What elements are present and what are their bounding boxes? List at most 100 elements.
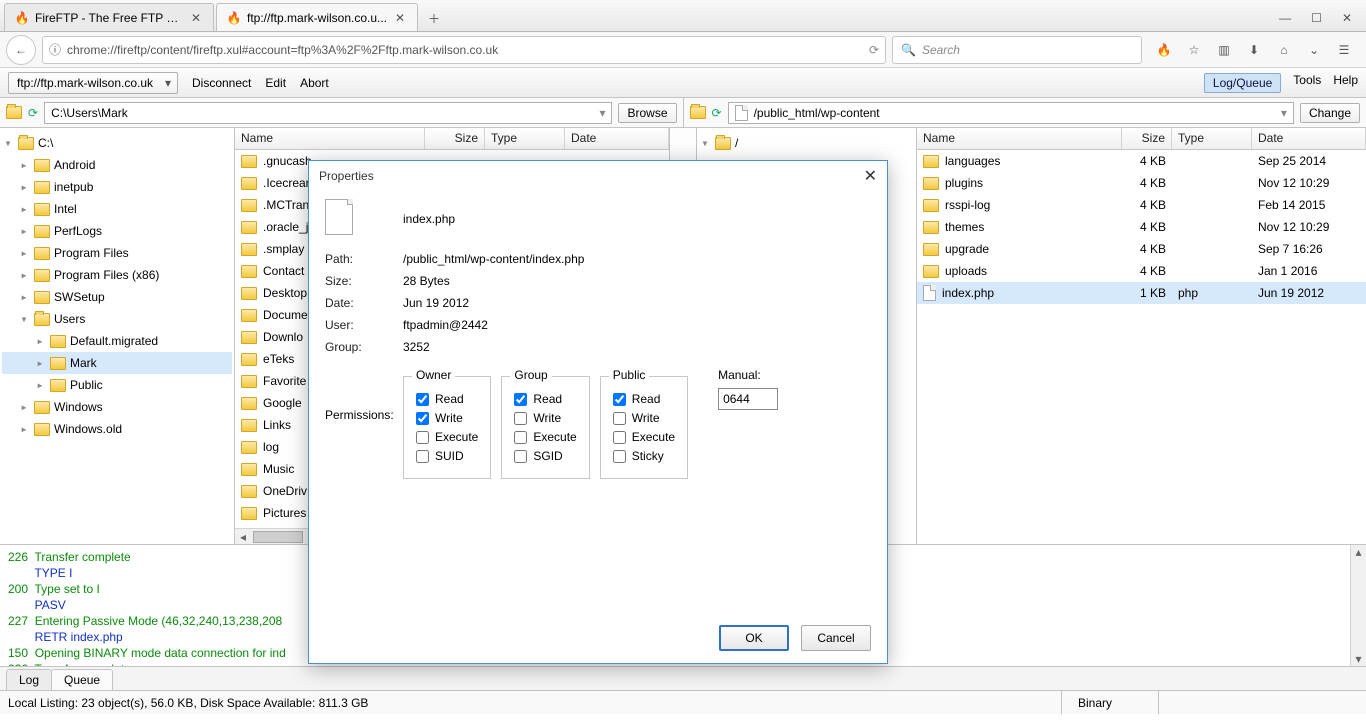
url-bar[interactable]: ⓘ chrome://fireftp/content/fireftp.xul#a…	[42, 36, 886, 64]
twisty-icon[interactable]: ▸	[34, 334, 46, 348]
tree-row[interactable]: ▸Android	[2, 154, 232, 176]
col-type[interactable]: Type	[485, 128, 565, 149]
vertical-scrollbar[interactable]: ▴▾	[1350, 545, 1366, 666]
list-row[interactable]: plugins4 KBNov 12 10:29	[917, 172, 1366, 194]
tree-row[interactable]: ▾Users	[2, 308, 232, 330]
tree-row[interactable]: ▸Program Files (x86)	[2, 264, 232, 286]
owner-suid[interactable]: SUID	[416, 449, 478, 463]
col-name[interactable]: Name	[235, 128, 425, 149]
owner-write[interactable]: Write	[416, 411, 478, 425]
minimize-icon[interactable]: —	[1279, 11, 1291, 25]
tools-link[interactable]: Tools	[1293, 73, 1321, 93]
account-dropdown[interactable]: ftp://ftp.mark-wilson.co.uk	[8, 72, 178, 94]
group-write[interactable]: Write	[514, 411, 576, 425]
change-button[interactable]: Change	[1300, 103, 1360, 123]
tree-row[interactable]: ▸Program Files	[2, 242, 232, 264]
refresh-icon[interactable]: ⟳	[712, 106, 722, 120]
twisty-icon[interactable]: ▾	[699, 136, 711, 150]
local-path-input[interactable]: C:\Users\Mark ▾	[44, 102, 612, 124]
new-tab-button[interactable]: ＋	[420, 5, 448, 31]
local-list-header[interactable]: Name Size Type Date	[235, 128, 669, 150]
back-button[interactable]: ←	[6, 35, 36, 65]
tree-row[interactable]: ▸SWSetup	[2, 286, 232, 308]
twisty-icon[interactable]: ▸	[18, 224, 30, 238]
twisty-icon[interactable]: ▸	[18, 400, 30, 414]
group-read[interactable]: Read	[514, 392, 576, 406]
tree-row[interactable]: ▸Windows.old	[2, 418, 232, 440]
log-queue-toggle[interactable]: Log/Queue	[1204, 73, 1281, 93]
tree-row[interactable]: ▸Windows	[2, 396, 232, 418]
col-type[interactable]: Type	[1172, 128, 1252, 149]
ok-button[interactable]: OK	[719, 625, 789, 651]
browse-button[interactable]: Browse	[618, 103, 676, 123]
reload-icon[interactable]: ⟳	[869, 43, 879, 57]
tree-row[interactable]: ▾C:\	[2, 132, 232, 154]
tree-row[interactable]: ▾/	[699, 132, 914, 154]
cancel-button[interactable]: Cancel	[801, 625, 871, 651]
remote-path-input[interactable]: /public_html/wp-content ▾	[728, 102, 1294, 124]
pocket-icon[interactable]: ⌄	[1306, 43, 1322, 57]
twisty-icon[interactable]: ▸	[18, 268, 30, 282]
scroll-left-icon[interactable]: ◂	[235, 530, 251, 544]
twisty-icon[interactable]: ▸	[18, 246, 30, 260]
tree-row[interactable]: ▸Default.migrated	[2, 330, 232, 352]
maximize-icon[interactable]: ☐	[1311, 11, 1322, 25]
dialog-titlebar[interactable]: Properties ✕	[309, 161, 887, 191]
close-icon[interactable]: ✕	[864, 166, 877, 186]
browser-tab[interactable]: 🔥 ftp://ftp.mark-wilson.co.u... ✕	[216, 3, 418, 31]
public-read[interactable]: Read	[613, 392, 675, 406]
tree-row[interactable]: ▸PerfLogs	[2, 220, 232, 242]
scrollbar-thumb[interactable]	[253, 531, 303, 543]
abort-link[interactable]: Abort	[300, 76, 329, 90]
list-row[interactable]: index.php1 KBphpJun 19 2012	[917, 282, 1366, 304]
tab-queue[interactable]: Queue	[51, 669, 113, 690]
owner-read[interactable]: Read	[416, 392, 478, 406]
col-size[interactable]: Size	[425, 128, 485, 149]
owner-execute[interactable]: Execute	[416, 430, 478, 444]
chevron-down-icon[interactable]: ▾	[599, 106, 605, 120]
tab-log[interactable]: Log	[6, 669, 52, 690]
tree-row[interactable]: ▸Intel	[2, 198, 232, 220]
refresh-icon[interactable]: ⟳	[28, 106, 38, 120]
help-link[interactable]: Help	[1333, 73, 1358, 93]
col-size[interactable]: Size	[1122, 128, 1172, 149]
close-icon[interactable]: ✕	[189, 11, 203, 25]
twisty-icon[interactable]: ▸	[34, 378, 46, 392]
manual-input[interactable]	[718, 388, 778, 410]
public-sticky[interactable]: Sticky	[613, 449, 675, 463]
group-execute[interactable]: Execute	[514, 430, 576, 444]
chevron-down-icon[interactable]: ▾	[1281, 106, 1287, 120]
col-date[interactable]: Date	[1252, 128, 1366, 149]
close-window-icon[interactable]: ✕	[1342, 11, 1352, 25]
local-tree[interactable]: ▾C:\▸Android▸inetpub▸Intel▸PerfLogs▸Prog…	[0, 128, 235, 544]
disconnect-link[interactable]: Disconnect	[192, 76, 251, 90]
browser-tab[interactable]: 🔥 FireFTP - The Free FTP Cli... ✕	[4, 3, 214, 31]
public-write[interactable]: Write	[613, 411, 675, 425]
twisty-icon[interactable]: ▸	[18, 422, 30, 436]
home-icon[interactable]: ⌂	[1276, 43, 1292, 57]
extension-icon[interactable]: 🔥	[1156, 43, 1172, 57]
list-row[interactable]: themes4 KBNov 12 10:29	[917, 216, 1366, 238]
menu-icon[interactable]: ☰	[1336, 43, 1352, 57]
remote-list-header[interactable]: Name Size Type Date	[917, 128, 1366, 150]
col-name[interactable]: Name	[917, 128, 1122, 149]
twisty-icon[interactable]: ▸	[34, 356, 46, 370]
downloads-icon[interactable]: ⬇	[1246, 43, 1262, 57]
remote-list-body[interactable]: languages4 KBSep 25 2014plugins4 KBNov 1…	[917, 150, 1366, 544]
twisty-icon[interactable]: ▸	[18, 180, 30, 194]
close-icon[interactable]: ✕	[393, 11, 407, 25]
list-row[interactable]: upgrade4 KBSep 7 16:26	[917, 238, 1366, 260]
edit-link[interactable]: Edit	[265, 76, 286, 90]
tree-row[interactable]: ▸Mark	[2, 352, 232, 374]
library-icon[interactable]: ▥	[1216, 43, 1232, 57]
group-sgid[interactable]: SGID	[514, 449, 576, 463]
tree-row[interactable]: ▸Public	[2, 374, 232, 396]
twisty-icon[interactable]: ▾	[2, 136, 14, 150]
twisty-icon[interactable]: ▸	[18, 202, 30, 216]
search-box[interactable]: 🔍 Search	[892, 36, 1142, 64]
list-row[interactable]: languages4 KBSep 25 2014	[917, 150, 1366, 172]
col-date[interactable]: Date	[565, 128, 669, 149]
twisty-icon[interactable]: ▸	[18, 290, 30, 304]
twisty-icon[interactable]: ▸	[18, 158, 30, 172]
tree-row[interactable]: ▸inetpub	[2, 176, 232, 198]
